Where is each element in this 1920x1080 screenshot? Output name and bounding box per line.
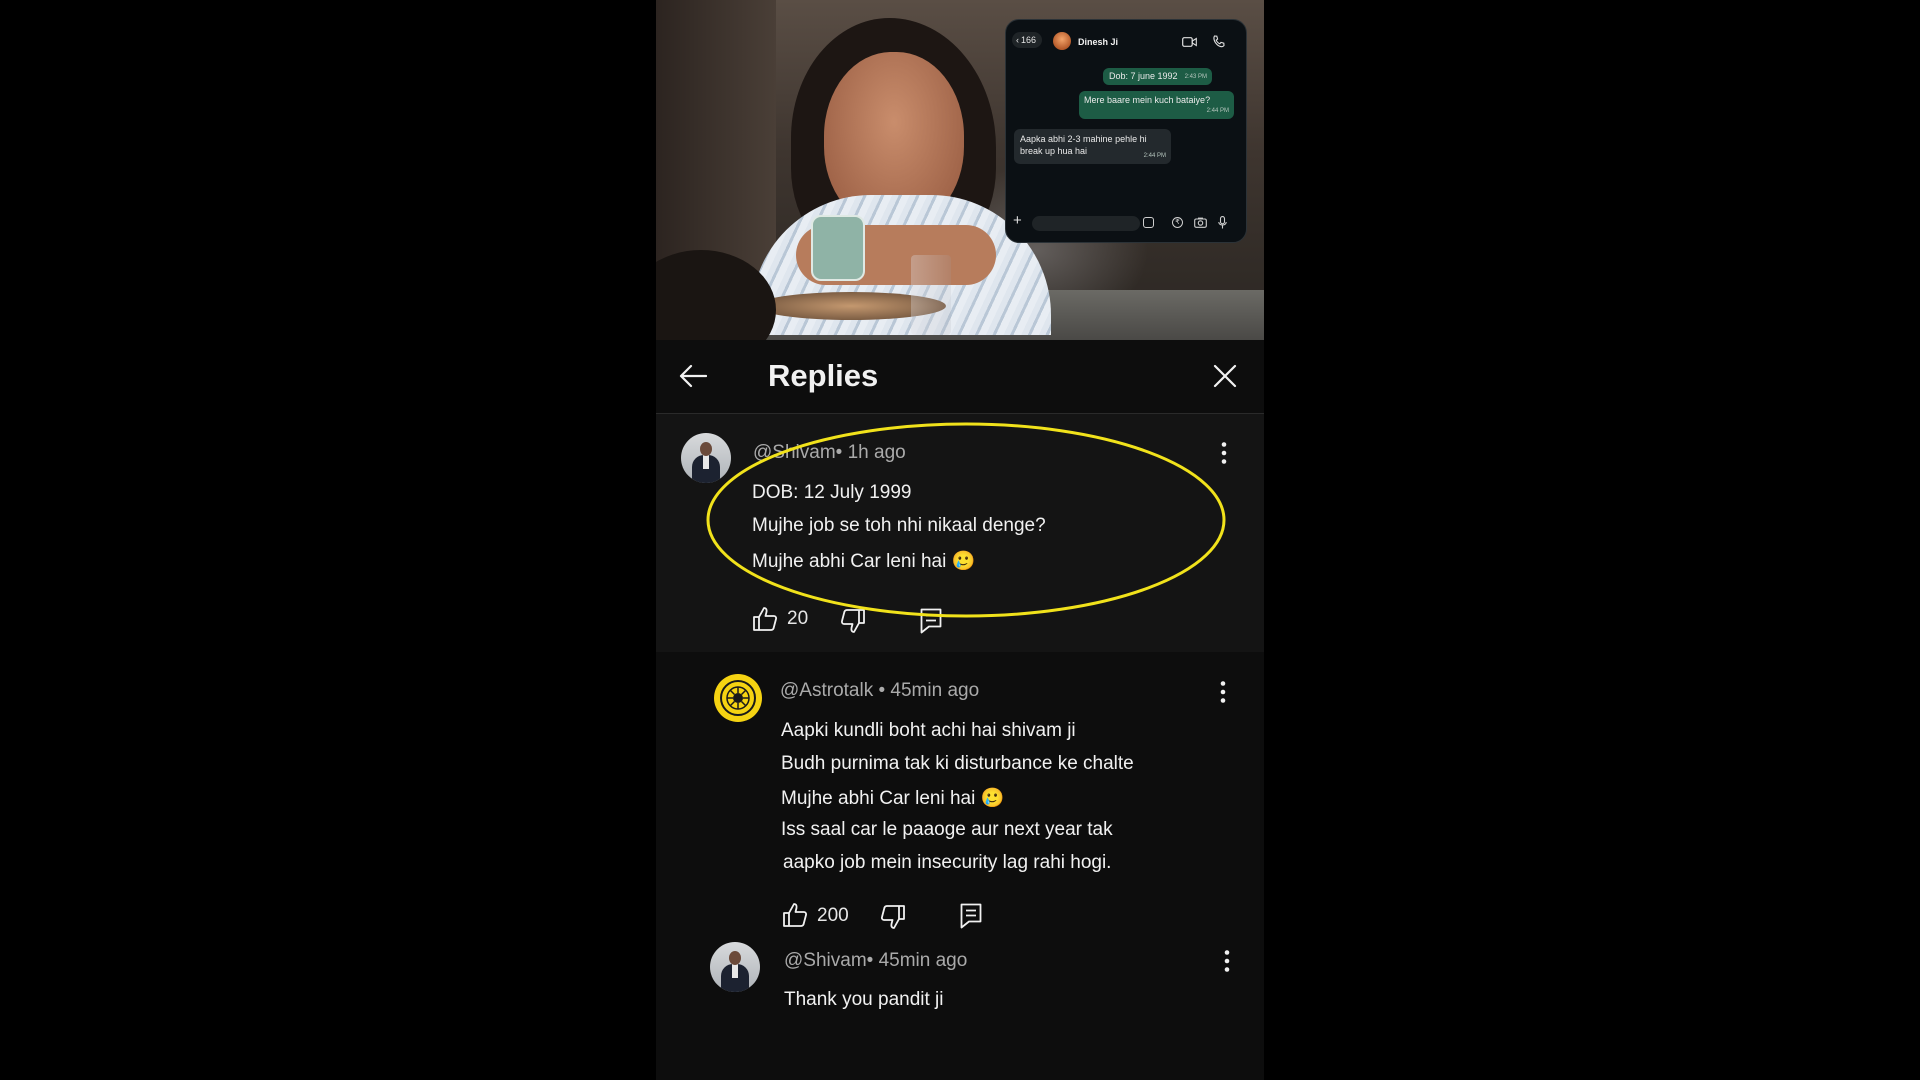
video-call-icon[interactable] bbox=[1182, 37, 1197, 47]
comment-username[interactable]: @Shivam bbox=[784, 950, 867, 971]
chat-message[interactable]: Aapka abhi 2-3 mahine pehle hi break up … bbox=[1014, 129, 1171, 164]
contact-avatar[interactable] bbox=[1053, 32, 1071, 50]
avatar[interactable] bbox=[714, 674, 762, 722]
astrotalk-logo-icon bbox=[720, 680, 756, 716]
phone-call-icon[interactable] bbox=[1212, 35, 1225, 48]
avatar-figure-head bbox=[729, 951, 741, 965]
chat-message[interactable]: Dob: 7 june 1992 2:43 PM bbox=[1103, 68, 1212, 85]
held-phone bbox=[811, 215, 865, 281]
rupee-payment-icon[interactable]: ₹ bbox=[1172, 217, 1183, 228]
comment-text-line: Aapki kundli boht achi hai shivam ji bbox=[781, 720, 1076, 741]
like-count: 200 bbox=[817, 905, 849, 926]
back-arrow-icon[interactable] bbox=[679, 364, 707, 388]
more-options-icon[interactable] bbox=[1224, 949, 1230, 973]
chat-message[interactable]: Mere baare mein kuch bataiye? 2:44 PM bbox=[1079, 91, 1234, 119]
comment-text-line: Budh purnima tak ki disturbance ke chalt… bbox=[781, 753, 1134, 774]
microphone-icon[interactable] bbox=[1218, 216, 1227, 229]
chat-input-bar: + ₹ bbox=[1006, 208, 1246, 234]
comment-time: • 45min ago bbox=[878, 680, 980, 701]
highlight-ellipse bbox=[706, 422, 1226, 618]
phone-screen: ‹ 166 Dinesh Ji Dob: 7 june 1992 2:43 PM… bbox=[656, 0, 1264, 1080]
plus-icon[interactable]: + bbox=[1013, 212, 1022, 229]
comment-time: • 45min ago bbox=[866, 950, 968, 971]
comment-text-line: Iss saal car le paaoge aur next year tak bbox=[781, 819, 1113, 840]
thumbs-up-icon[interactable] bbox=[782, 902, 808, 928]
thumbs-down-icon[interactable] bbox=[880, 904, 906, 930]
comment-text-line: Thank you pandit ji bbox=[784, 989, 944, 1010]
chat-back-button[interactable]: ‹ 166 bbox=[1012, 32, 1043, 48]
comment-username[interactable]: @Astrotalk bbox=[780, 680, 873, 701]
contact-name[interactable]: Dinesh Ji bbox=[1078, 37, 1118, 47]
comment-header: @Shivam• 45min ago bbox=[784, 950, 967, 972]
sticker-icon[interactable] bbox=[1143, 217, 1154, 228]
comment-text-line: aapko job mein insecurity lag rahi hogi. bbox=[783, 852, 1112, 873]
video-thumbnail[interactable]: ‹ 166 Dinesh Ji Dob: 7 june 1992 2:43 PM… bbox=[656, 0, 1264, 340]
comment-text-line: Mujhe abhi Car leni hai 🥲 bbox=[781, 788, 1005, 809]
unread-count: 166 bbox=[1021, 35, 1037, 45]
message-input[interactable] bbox=[1032, 216, 1140, 231]
page-title: Replies bbox=[768, 358, 879, 393]
close-icon[interactable] bbox=[1213, 364, 1237, 388]
chevron-left-icon: ‹ bbox=[1016, 35, 1019, 45]
comment-header: @Astrotalk • 45min ago bbox=[780, 680, 979, 702]
reply-comment: @Shivam• 45min ago Thank you pandit ji bbox=[656, 930, 1264, 1080]
camera-icon[interactable] bbox=[1194, 217, 1207, 228]
reply-comment: @Astrotalk • 45min ago Aapki kundli boht… bbox=[656, 652, 1264, 942]
water-glass bbox=[911, 255, 951, 335]
reply-icon[interactable] bbox=[960, 903, 982, 929]
whatsapp-chat-overlay: ‹ 166 Dinesh Ji Dob: 7 june 1992 2:43 PM… bbox=[1005, 19, 1247, 243]
replies-header: Replies bbox=[656, 340, 1264, 414]
avatar-figure-shirt bbox=[732, 964, 738, 978]
avatar[interactable] bbox=[710, 942, 760, 992]
more-options-icon[interactable] bbox=[1220, 680, 1226, 704]
